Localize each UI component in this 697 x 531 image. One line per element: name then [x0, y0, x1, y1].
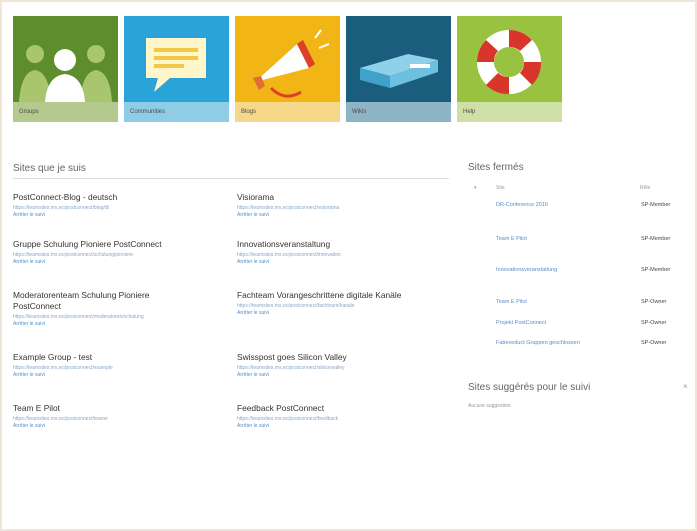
role-text: SP-Owner — [641, 320, 667, 326]
site-name-link[interactable]: Visiorama — [237, 192, 442, 203]
site-url: https://teamsites.ms.ec/postconnect/team… — [13, 416, 108, 422]
site-url: https://teamsites.ms.ec/postconnect/fach… — [237, 303, 355, 309]
site-name-link[interactable]: Fachteam Vorangeschrittene digitale Kanä… — [237, 290, 442, 301]
site-url: https://teamsites.ms.ec/postconnect/visi… — [237, 205, 340, 211]
stop-following-link[interactable]: Arrêter le suivi — [13, 423, 218, 430]
role-text: SP-Member — [641, 202, 671, 208]
list-item[interactable]: PostConnect-Blog - deutsch https://teams… — [13, 192, 218, 219]
site-url: https://teamsites.ms.ec/postconnect/sili… — [237, 365, 345, 371]
site-url: https://teamsites.ms.ec/postconnect/exam… — [13, 365, 113, 371]
stop-following-link[interactable]: Arrêter le suivi — [13, 321, 218, 328]
sort-icon[interactable]: ▾ — [474, 185, 477, 191]
stop-following-link[interactable]: Arrêter le suivi — [13, 372, 218, 379]
site-link[interactable]: Innovationsveranstaltung — [496, 266, 606, 274]
site-url: https://teamsites.ms.ec/postconnect/schu… — [13, 252, 134, 258]
list-item[interactable]: Gruppe Schulung Pioniere PostConnect htt… — [13, 239, 218, 266]
list-item[interactable]: Team E Pilot https://teamsites.ms.ec/pos… — [13, 403, 218, 430]
stop-following-link[interactable]: Arrêter le suivi — [237, 259, 442, 266]
column-header-site[interactable]: Site — [496, 185, 505, 191]
column-header-role[interactable]: Rôle — [640, 185, 650, 191]
page: Groups Communities Blogs Wikis Help Site… — [2, 2, 695, 529]
site-link[interactable]: Team E Pilot — [496, 298, 606, 306]
role-text: SP-Member — [641, 267, 671, 273]
list-item[interactable]: Example Group - test https://teamsites.m… — [13, 352, 218, 379]
stop-following-link[interactable]: Arrêter le suivi — [237, 423, 442, 430]
site-name-link[interactable]: Feedback PostConnect — [237, 403, 442, 414]
site-link[interactable]: Fabeveduct Gruppen geschlossen — [496, 339, 616, 347]
suggested-sites-heading: Sites suggérés pour le suivi — [468, 382, 591, 393]
role-text: SP-Member — [641, 236, 671, 242]
stop-following-link[interactable]: Arrêter le suivi — [237, 372, 442, 379]
role-text: SP-Owner — [641, 299, 667, 305]
tile-help-label: Help — [457, 102, 562, 122]
site-url: https://teamsites.ms.ec/postconnect/inno… — [237, 252, 341, 258]
tile-wikis[interactable]: Wikis — [346, 16, 451, 122]
book-icon — [346, 16, 451, 102]
tile-blogs[interactable]: Blogs — [235, 16, 340, 122]
list-item[interactable]: Innovationsveranstaltung https://teamsit… — [237, 239, 442, 266]
close-icon[interactable]: × — [683, 382, 688, 391]
site-link[interactable]: Projekt PostConnect — [496, 319, 606, 327]
suggested-empty-text: Aucune suggestion — [468, 403, 511, 409]
site-link[interactable]: DR-Conference 2016 — [496, 201, 606, 209]
stop-following-link[interactable]: Arrêter le suivi — [13, 259, 218, 266]
tile-wikis-label: Wikis — [346, 102, 451, 122]
tile-groups-label: Groups — [13, 102, 118, 122]
site-name-link[interactable]: Example Group - test — [13, 352, 218, 363]
site-url: https://teamsites.ms.ec/postconnect/feed… — [237, 416, 339, 422]
list-item[interactable]: Moderatorenteam Schulung Pioniere PostCo… — [13, 290, 218, 328]
divider — [13, 178, 449, 179]
list-item[interactable]: Swisspost goes Silicon Valley https://te… — [237, 352, 442, 379]
tile-help[interactable]: Help — [457, 16, 562, 122]
people-icon — [13, 16, 118, 102]
recent-sites-heading: Sites fermés — [468, 162, 524, 173]
speech-bubble-icon — [124, 16, 229, 102]
tile-communities-label: Communities — [124, 102, 229, 122]
site-name-link[interactable]: Moderatorenteam Schulung Pioniere PostCo… — [13, 290, 193, 312]
followed-sites-heading: Sites que je suis — [13, 163, 86, 174]
list-item[interactable]: Visiorama https://teamsites.ms.ec/postco… — [237, 192, 442, 219]
tile-blogs-label: Blogs — [235, 102, 340, 122]
list-item[interactable]: Feedback PostConnect https://teamsites.m… — [237, 403, 442, 430]
tile-communities[interactable]: Communities — [124, 16, 229, 122]
list-item[interactable]: Fachteam Vorangeschrittene digitale Kanä… — [237, 290, 442, 317]
site-name-link[interactable]: Innovationsveranstaltung — [237, 239, 442, 250]
site-name-link[interactable]: PostConnect-Blog - deutsch — [13, 192, 218, 203]
role-text: SP-Owner — [641, 340, 667, 346]
lifebuoy-icon — [457, 16, 562, 102]
site-url: https://teamsites.ms.ec/postconnect/mode… — [13, 314, 144, 320]
megaphone-icon — [235, 16, 340, 102]
tile-groups[interactable]: Groups — [13, 16, 118, 122]
site-link[interactable]: Team E Pilot — [496, 235, 606, 243]
site-name-link[interactable]: Gruppe Schulung Pioniere PostConnect — [13, 239, 218, 250]
stop-following-link[interactable]: Arrêter le suivi — [237, 310, 442, 317]
site-url: https://teamsites.ms.ec/postconnect/blog… — [13, 205, 109, 211]
stop-following-link[interactable]: Arrêter le suivi — [237, 212, 442, 219]
site-name-link[interactable]: Team E Pilot — [13, 403, 218, 414]
site-name-link[interactable]: Swisspost goes Silicon Valley — [237, 352, 442, 363]
stop-following-link[interactable]: Arrêter le suivi — [13, 212, 218, 219]
